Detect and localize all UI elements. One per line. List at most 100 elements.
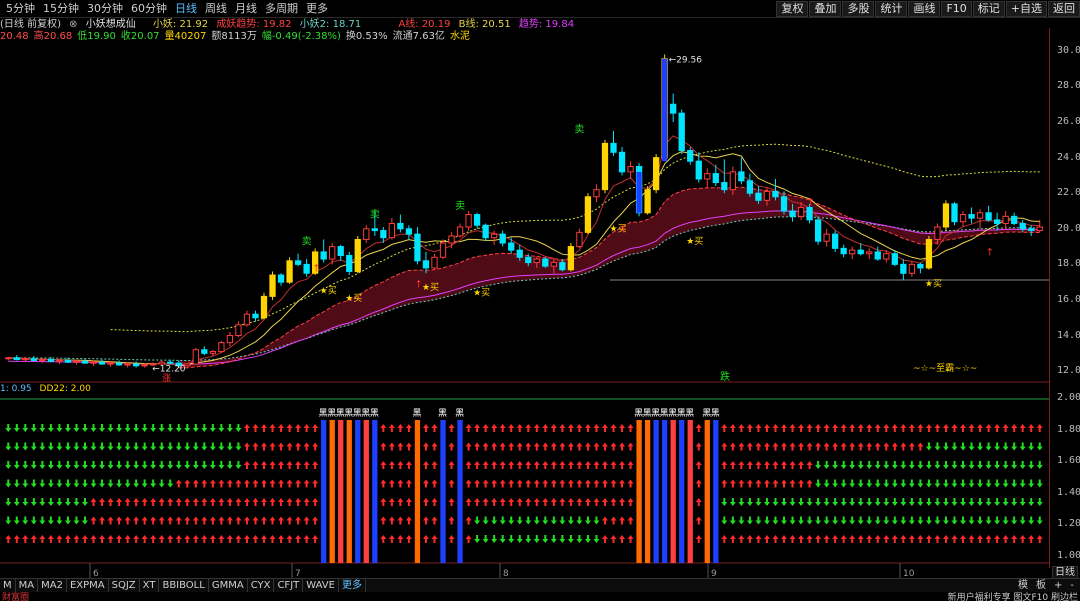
down-arrow-signal [968,461,975,469]
down-arrow-signal [64,516,71,525]
high-label: ←29.56 [669,56,703,66]
down-arrow-signal [22,461,29,469]
up-arrow-signal [806,424,813,432]
down-arrow-signal [789,516,796,525]
up-arrow-signal [243,535,250,543]
down-arrow-signal [39,461,46,469]
down-arrow-signal [866,461,873,469]
down-arrow-signal [1011,498,1018,506]
down-arrow-signal [1011,461,1018,469]
down-arrow-signal [968,479,975,488]
down-arrow-signal [47,461,54,469]
bottom-control-3[interactable]: - [1066,579,1078,592]
indicator-tab-9[interactable]: CFJT [274,579,304,592]
up-arrow-signal [815,424,822,432]
up-arrow-signal [64,535,71,543]
indicator-tab-11[interactable]: 更多 [339,579,366,592]
up-arrow-signal [431,498,438,506]
indicator-tab-8[interactable]: CYX [248,579,275,592]
up-arrow-signal [1011,424,1018,432]
down-arrow-signal [559,535,566,543]
candle-down [508,242,515,251]
up-arrow-signal [47,535,54,543]
candle-down [738,171,745,182]
up-arrow-signal [295,516,302,525]
up-arrow-signal [303,442,310,451]
up-arrow-signal [380,461,387,469]
up-arrow-signal [593,498,600,506]
candle-up [107,362,114,365]
candle-down [900,263,907,274]
down-arrow-signal [158,424,165,432]
hei-bar [338,420,344,563]
up-arrow-signal [422,498,429,506]
up-arrow-signal [857,535,864,543]
down-arrow-signal [22,498,29,506]
down-arrow-signal [763,498,770,506]
indicator-tab-2[interactable]: MA2 [38,579,67,592]
up-arrow-signal [542,461,549,469]
down-arrow-signal [5,424,12,432]
candle-down [993,219,1001,224]
indicator-tab-6[interactable]: BBIBOLL [159,579,209,592]
up-arrow-signal [124,516,131,525]
lower-tick-4: 1.20 [1057,518,1080,530]
month-label-0: 6 [93,569,99,578]
up-arrow-signal [516,424,523,432]
down-arrow-signal [133,424,140,432]
up-arrow-signal [798,535,805,543]
down-arrow-signal [158,442,165,451]
up-arrow-signal [261,516,267,525]
down-arrow-signal [567,516,574,525]
up-arrow-signal [184,498,191,506]
candle-up [260,295,268,319]
candle-up [729,171,736,191]
bottom-control-0[interactable]: 模 [1014,579,1032,592]
indicator-tab-7[interactable]: GMMA [209,579,248,592]
down-arrow-signal [593,516,600,525]
indicator-tab-0[interactable]: M [0,579,16,592]
up-arrow-signal [559,461,566,469]
indicator-tab-1[interactable]: MA [16,579,39,592]
status-right[interactable]: 新用户福利专享 图文F10 刷边栏 [948,592,1078,601]
down-arrow-signal [550,535,557,543]
indicator-tab-4[interactable]: SQJZ [109,579,140,592]
up-arrow-signal [550,461,557,469]
bottom-control-2[interactable]: + [1050,579,1066,592]
up-arrow-signal [781,479,787,488]
indicator-tab-5[interactable]: XT [140,579,160,592]
down-arrow-signal [815,516,822,525]
up-arrow-signal [627,461,634,469]
month-label-4: 10 [903,569,915,578]
down-arrow-signal [960,479,967,488]
status-left[interactable]: 财富圈 [2,592,29,601]
down-arrow-signal [81,479,88,488]
indicator-tab-3[interactable]: EXPMA [67,579,109,592]
up-arrow-signal [1036,424,1043,432]
up-arrow-signal [243,498,250,506]
up-arrow-signal [491,479,498,488]
indicator-tab-10[interactable]: WAVE [303,579,339,592]
down-arrow-signal [13,442,20,451]
hei-bar [670,420,676,563]
up-arrow-signal [874,535,881,543]
down-arrow-signal [141,424,148,432]
down-arrow-signal [175,442,182,451]
bottom-control-1[interactable]: 板 [1032,579,1050,592]
candle-up [243,313,251,326]
up-arrow-signal [499,424,506,432]
up-arrow-signal [158,498,165,506]
up-arrow-signal [874,424,881,432]
hei-label: 黑 [412,408,421,419]
upper-dotted-line [110,143,1040,333]
up-arrow-signal [695,516,702,525]
down-arrow-signal [90,479,97,488]
price-tick-8: 14.00 [1057,329,1080,341]
candlestick-chart[interactable]: 6 7 8 9 10←29.56←12.20卖卖卖卖★买★买★买★买★买★买★买↑↑↑↑… [0,0,1080,578]
price-tick-3: 24.00 [1057,151,1080,163]
up-arrow-signal [133,535,140,543]
candle-up [269,274,276,297]
up-arrow-signal [627,498,634,506]
down-arrow-signal [738,498,745,506]
up-arrow-signal [601,442,608,451]
